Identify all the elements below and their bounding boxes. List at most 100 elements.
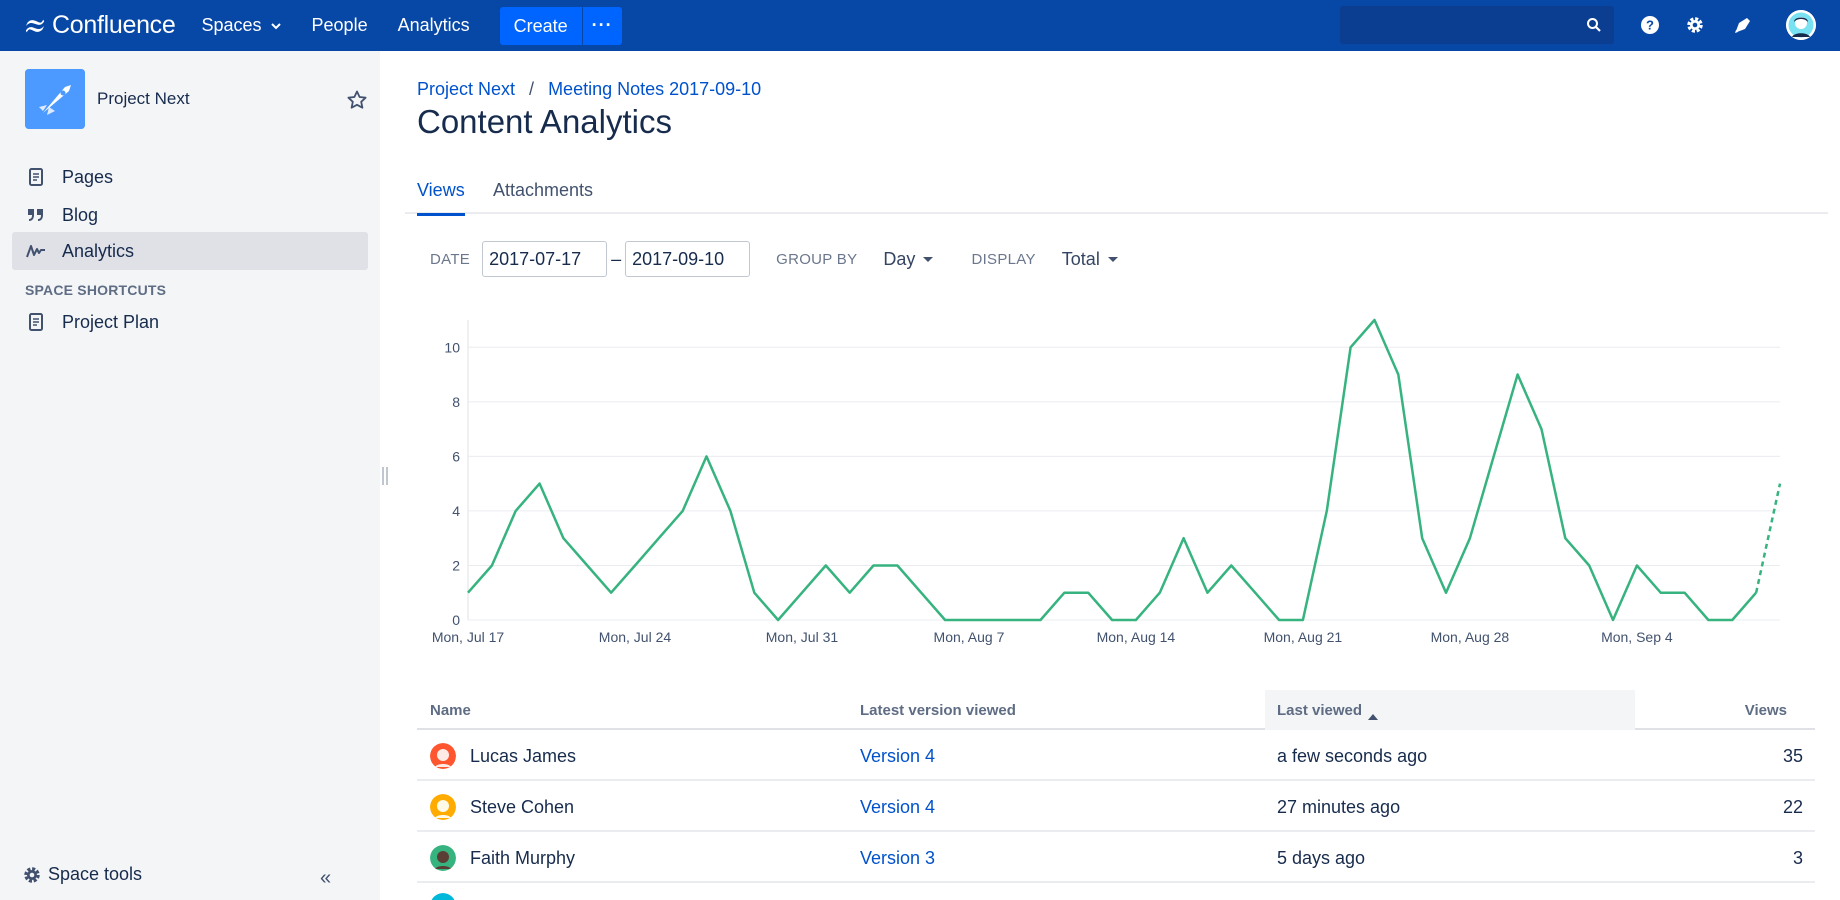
- sidebar-item-blog[interactable]: Blog: [12, 196, 368, 234]
- collapse-sidebar-button[interactable]: «: [320, 867, 331, 890]
- confluence-logo-icon: [25, 19, 45, 32]
- column-header-label: Last viewed: [1277, 702, 1363, 719]
- create-button-group: Create ···: [499, 6, 622, 45]
- page-title: Content Analytics: [417, 103, 672, 140]
- tabs: Views Attachments: [405, 177, 1828, 216]
- caret-down-icon: [1107, 256, 1118, 262]
- search-input[interactable]: [1340, 6, 1614, 44]
- space-header[interactable]: Project Next: [25, 69, 190, 129]
- views-line-chart: 0 2 4 6 8 10 Mon, Jul 17 Mon, Jul 24 Mon, Jul 31…: [432, 318, 1782, 645]
- tab-attachments[interactable]: Attachments: [493, 180, 593, 213]
- space-avatar: [25, 69, 85, 129]
- views-count: 22: [1782, 797, 1803, 817]
- gear-icon: [24, 866, 40, 883]
- views-series-projection: [1754, 483, 1782, 593]
- user-avatar[interactable]: [430, 794, 456, 820]
- y-tick-label: 0: [452, 612, 460, 628]
- group-by-value: Day: [883, 248, 916, 269]
- y-tick-label: 10: [444, 339, 460, 355]
- user-avatar[interactable]: [430, 893, 456, 900]
- sort-ascending-icon: [1368, 714, 1379, 720]
- page-icon: [26, 312, 46, 332]
- table-row: [417, 883, 1815, 900]
- table-row: Lucas James Version 4 a few seconds ago …: [417, 730, 1815, 781]
- sidebar-resize-handle[interactable]: [382, 467, 388, 485]
- top-navigation-bar: Confluence Spaces People Analytics Creat…: [0, 0, 1840, 51]
- nav-people[interactable]: People: [312, 15, 368, 36]
- date-range-dash: –: [611, 248, 622, 269]
- notifications-icon[interactable]: [1731, 13, 1755, 37]
- star-icon[interactable]: [346, 89, 368, 111]
- x-tick-label: Mon, Jul 17: [432, 629, 505, 645]
- create-more-button[interactable]: ···: [581, 6, 622, 45]
- breadcrumb-link[interactable]: Meeting Notes 2017-09-10: [548, 79, 761, 100]
- nav-spaces[interactable]: Spaces: [201, 15, 281, 36]
- date-from-input[interactable]: [482, 241, 608, 277]
- column-header-last-viewed[interactable]: Last viewed: [1277, 702, 1379, 720]
- date-to-input[interactable]: [625, 241, 751, 277]
- viewers-table: Name Latest version viewed Last viewed V…: [417, 690, 1815, 900]
- breadcrumb-link[interactable]: Project Next: [417, 79, 515, 100]
- nav-analytics-label: Analytics: [397, 15, 470, 35]
- page-icon: [26, 167, 46, 187]
- user-avatar[interactable]: [430, 845, 456, 871]
- column-header-name[interactable]: Name: [430, 702, 471, 719]
- analytics-icon: [26, 241, 46, 261]
- space-name: Project Next: [97, 89, 190, 108]
- user-avatar[interactable]: [430, 743, 456, 769]
- x-tick-label: Mon, Aug 14: [1097, 629, 1176, 645]
- help-icon[interactable]: ?: [1638, 13, 1662, 37]
- y-tick-label: 4: [452, 503, 460, 519]
- sidebar-item-label: Project Plan: [62, 311, 160, 332]
- user-name[interactable]: Faith Murphy: [470, 848, 575, 869]
- y-tick-label: 2: [452, 557, 460, 573]
- version-link[interactable]: Version 3: [860, 848, 935, 869]
- sidebar-item-label: Pages: [62, 166, 114, 187]
- space-tools-label: Space tools: [48, 864, 143, 884]
- nav-people-label: People: [311, 15, 368, 35]
- last-viewed-value: 27 minutes ago: [1277, 797, 1401, 817]
- space-tools-button[interactable]: Space tools: [22, 864, 142, 885]
- last-viewed-value: 5 days ago: [1277, 848, 1366, 868]
- sidebar-item-pages[interactable]: Pages: [12, 158, 368, 196]
- caret-down-icon: [923, 256, 934, 262]
- filters-bar: DATE – GROUP BY Day DISPLAY Total: [430, 241, 1118, 277]
- x-tick-label: Mon, Jul 31: [766, 629, 839, 645]
- user-avatar[interactable]: [1786, 10, 1816, 40]
- create-button[interactable]: Create: [500, 7, 582, 45]
- x-tick-label: Mon, Aug 21: [1264, 629, 1343, 645]
- version-link[interactable]: Version 4: [860, 746, 935, 767]
- table-row: Steve Cohen Version 4 27 minutes ago 22: [417, 781, 1815, 832]
- confluence-logo-text: Confluence: [52, 11, 176, 39]
- user-name[interactable]: Lucas James: [470, 746, 576, 767]
- sidebar-item-label: Analytics: [62, 240, 135, 261]
- user-name[interactable]: Steve Cohen: [470, 797, 574, 818]
- column-header-views[interactable]: Views: [1745, 702, 1787, 719]
- version-link[interactable]: Version 4: [860, 797, 935, 818]
- rocket-icon: [25, 69, 85, 129]
- sidebar-item-label: Blog: [62, 204, 99, 225]
- x-tick-label: Mon, Jul 24: [599, 629, 672, 645]
- group-by-dropdown[interactable]: Day: [883, 248, 934, 270]
- sidebar-item-analytics[interactable]: Analytics: [12, 232, 368, 270]
- display-dropdown[interactable]: Total: [1062, 249, 1118, 270]
- table-row: Faith Murphy Version 3 5 days ago 3: [417, 832, 1815, 883]
- confluence-logo[interactable]: Confluence: [24, 11, 176, 40]
- table-header: Name Latest version viewed Last viewed V…: [417, 690, 1815, 730]
- y-tick-label: 8: [452, 394, 460, 410]
- last-viewed-value: a few seconds ago: [1277, 746, 1428, 766]
- column-header-version[interactable]: Latest version viewed: [860, 702, 1016, 719]
- sidebar-item-project-plan[interactable]: Project Plan: [12, 303, 368, 341]
- views-count: 3: [1792, 848, 1803, 868]
- display-label: DISPLAY: [971, 250, 1036, 268]
- search-icon[interactable]: [1586, 17, 1602, 33]
- tab-views[interactable]: Views: [417, 180, 465, 216]
- quote-icon: [26, 205, 46, 225]
- x-tick-label: Mon, Aug 28: [1431, 629, 1510, 645]
- search-box: [1340, 6, 1614, 44]
- nav-analytics[interactable]: Analytics: [398, 15, 470, 36]
- space-shortcuts-heading: SPACE SHORTCUTS: [25, 282, 167, 298]
- display-value: Total: [1061, 248, 1100, 269]
- breadcrumb: Project Next / Meeting Notes 2017-09-10: [417, 79, 761, 100]
- settings-icon[interactable]: [1683, 13, 1707, 37]
